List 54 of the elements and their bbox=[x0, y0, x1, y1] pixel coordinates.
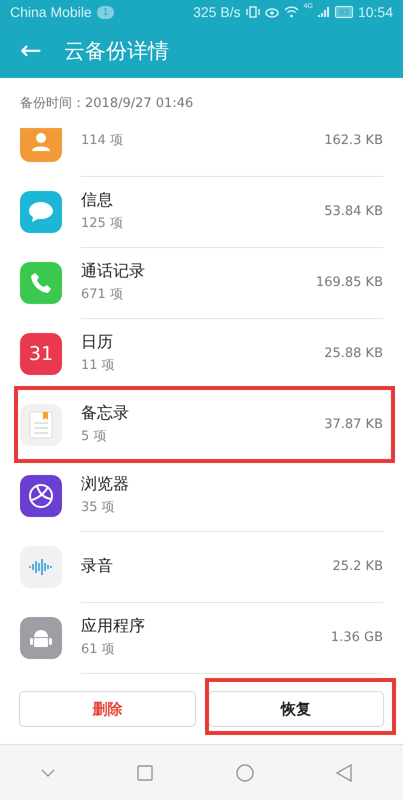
notes-icon bbox=[20, 404, 62, 446]
item-name: 信息 bbox=[81, 190, 114, 211]
backup-item[interactable]: 通话记录 671 项 169.85 KB bbox=[0, 247, 403, 318]
battery-level: 83 bbox=[334, 6, 353, 18]
item-size: 37.87 KB bbox=[324, 416, 383, 432]
phone-icon bbox=[20, 262, 62, 304]
item-name: 日历 bbox=[81, 332, 114, 353]
home-icon[interactable] bbox=[236, 764, 254, 782]
back-icon[interactable] bbox=[336, 764, 352, 782]
backup-item[interactable]: 浏览器 35 项 bbox=[0, 460, 403, 531]
item-count: 114 项 bbox=[81, 132, 124, 149]
delete-button[interactable]: 删除 bbox=[19, 691, 196, 727]
item-count: 5 项 bbox=[81, 428, 108, 445]
carrier-name: China Mobile bbox=[10, 4, 92, 20]
page-title: 云备份详情 bbox=[64, 38, 169, 65]
recents-icon[interactable] bbox=[137, 764, 154, 780]
item-size: 162.3 KB bbox=[324, 132, 383, 148]
android-icon bbox=[20, 616, 62, 658]
item-size: 53.84 KB bbox=[324, 204, 383, 218]
eye-icon bbox=[264, 6, 279, 18]
item-count: 61 项 bbox=[81, 641, 116, 658]
notification-count: 1 bbox=[96, 6, 114, 18]
wifi-icon bbox=[284, 6, 299, 18]
item-size: 1.36 GB bbox=[330, 630, 383, 644]
backup-item[interactable]: 录音 25.2 KB bbox=[0, 531, 403, 602]
signal-icon bbox=[318, 6, 330, 18]
restore-button[interactable]: 恢复 bbox=[208, 691, 384, 727]
item-size: 25.88 KB bbox=[324, 346, 383, 360]
calendar-date-text: 31 bbox=[28, 342, 54, 364]
backup-item[interactable]: 备忘录 5 项 37.87 KB bbox=[0, 389, 403, 460]
item-size: 25.2 KB bbox=[332, 558, 383, 574]
browser-icon bbox=[20, 474, 62, 516]
backup-item[interactable]: 应用程序 61 项 1.36 GB bbox=[0, 602, 403, 673]
recorder-icon bbox=[20, 546, 62, 588]
backup-item[interactable]: 信息 125 项 53.84 KB bbox=[0, 176, 403, 247]
item-size: 169.85 KB bbox=[316, 274, 383, 290]
backup-item[interactable]: 31 日历 11 项 25.88 KB bbox=[0, 318, 403, 389]
item-count: 11 项 bbox=[81, 357, 116, 374]
vibrate-icon bbox=[246, 6, 260, 18]
backup-item[interactable]: 114 项 162.3 KB bbox=[0, 128, 403, 176]
contacts-icon bbox=[20, 128, 62, 162]
network-speed: 325 B/s bbox=[193, 4, 241, 20]
item-name: 备忘录 bbox=[81, 403, 130, 424]
messages-icon bbox=[20, 190, 62, 232]
item-count: 671 项 bbox=[81, 286, 124, 303]
item-name: 通话记录 bbox=[81, 261, 146, 282]
item-count: 35 项 bbox=[81, 499, 116, 516]
collapse-icon[interactable] bbox=[41, 768, 56, 776]
backup-time: 备份时间：2018/9/27 01:46 bbox=[20, 95, 194, 112]
item-name: 应用程序 bbox=[81, 616, 146, 637]
clock: 10:54 bbox=[358, 4, 393, 20]
item-name: 浏览器 bbox=[81, 474, 130, 495]
item-count: 125 项 bbox=[81, 215, 124, 232]
item-name: 录音 bbox=[81, 556, 114, 576]
